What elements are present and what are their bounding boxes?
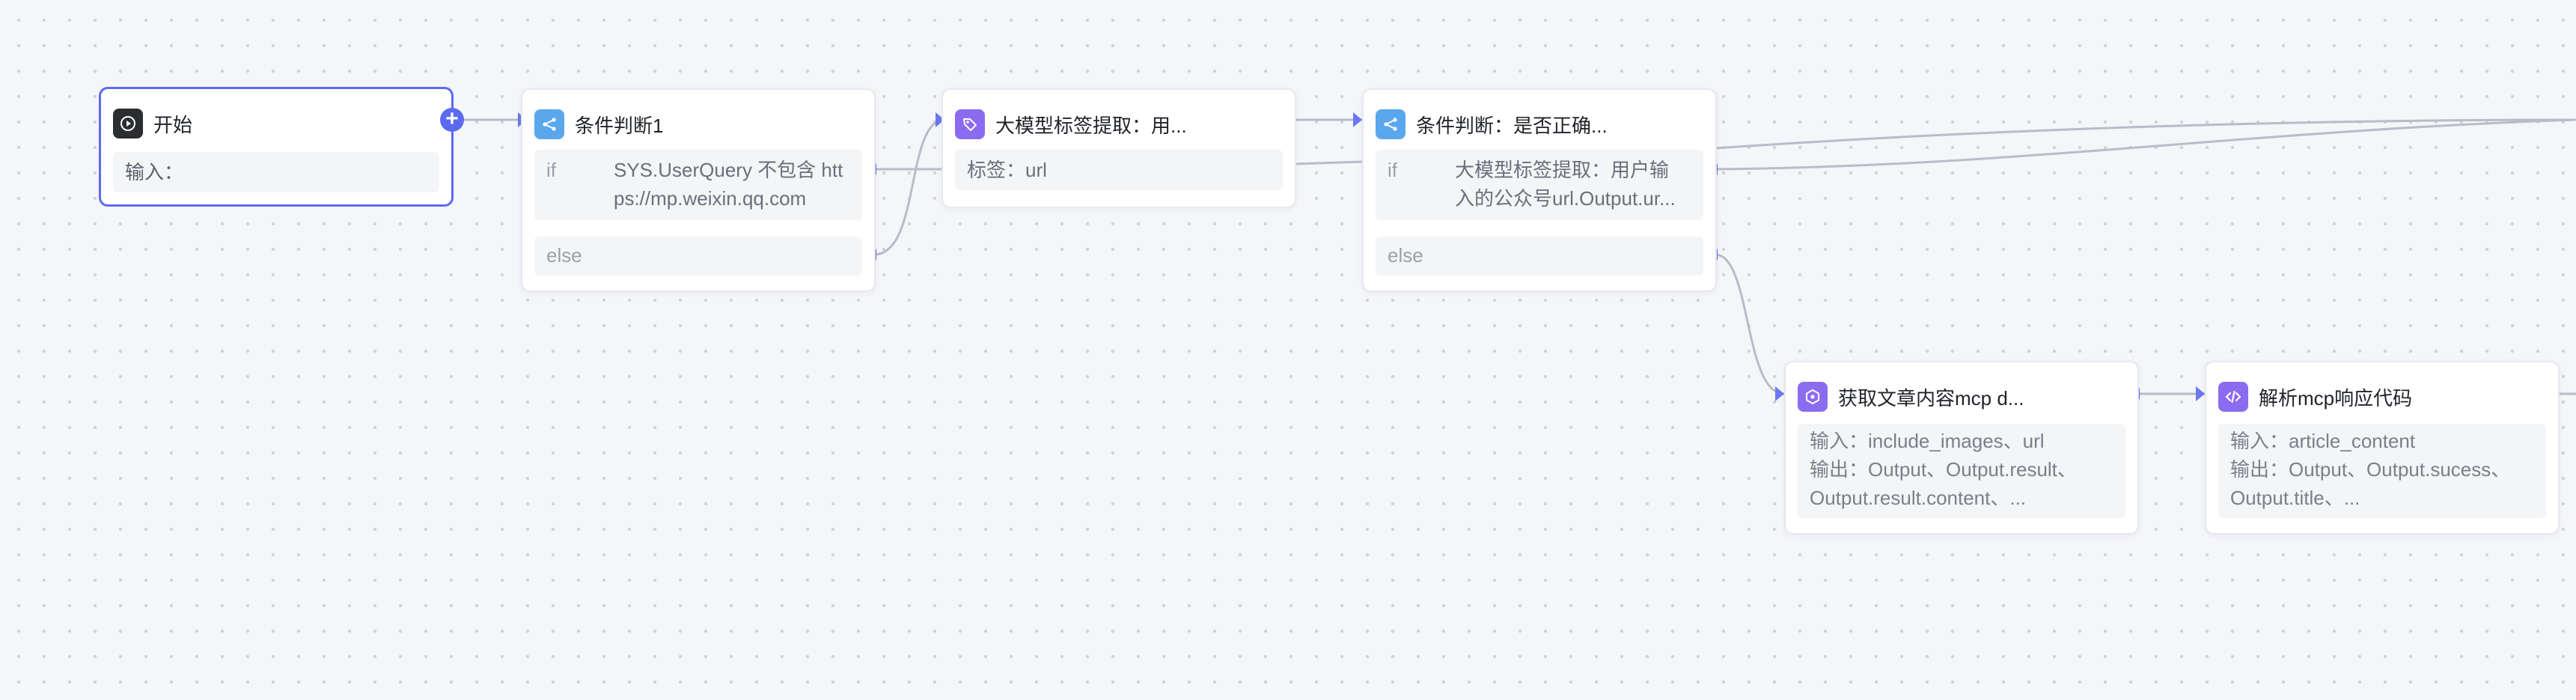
io-line: 输入：article_content: [2230, 430, 2416, 452]
branch-icon: [1376, 109, 1405, 139]
edge-cond2-else-to-fetch: [1715, 253, 1785, 395]
input-label: 输入：: [125, 161, 184, 183]
node-title: 大模型标签提取：用...: [995, 114, 1187, 137]
tag-box: 标签：url: [955, 150, 1283, 190]
node-header: 大模型标签提取：用...: [955, 109, 1283, 139]
node-title: 解析mcp响应代码: [2259, 386, 2413, 410]
if-branch: if 大模型标签提取：用户输 入的公众号url.Output.ur...: [1376, 150, 1703, 220]
node-condition-1[interactable]: 条件判断1 if SYS.UserQuery 不包含 htt ps://mp.w…: [521, 88, 876, 292]
edge-tag-to-cond2-extra: [1294, 160, 1364, 165]
node-header: 获取文章内容mcp d...: [1798, 382, 2125, 412]
node-header: 条件判断1: [534, 109, 862, 139]
if-condition: SYS.UserQuery 不包含 htt ps://mp.weixin.qq.…: [614, 156, 849, 213]
io-box: 输入：article_content 输出：Output、Output.suce…: [2218, 424, 2546, 518]
plugin-icon: [1798, 382, 1828, 412]
arrowhead: [1775, 386, 1784, 401]
node-title: 条件判断1: [575, 114, 664, 137]
play-icon: [113, 109, 143, 139]
node-condition-2[interactable]: 条件判断：是否正确... if 大模型标签提取：用户输 入的公众号url.Out…: [1362, 88, 1717, 292]
else-branch: else: [534, 237, 862, 276]
else-label: else: [546, 244, 582, 267]
tag-text: 标签：url: [967, 159, 1047, 181]
node-header: 开始: [113, 109, 439, 139]
if-label: if: [1388, 159, 1397, 181]
node-title: 开始: [153, 113, 193, 136]
edge-cond1-else-to-tag: [873, 118, 945, 256]
node-llm-tag-extract[interactable]: 大模型标签提取：用... 标签：url: [941, 88, 1296, 208]
io-line: 输出：Output、Output.result、: [1810, 458, 2077, 481]
workflow-canvas[interactable]: 开始 输入： + 条件判断1 if SYS.UserQuery 不包含 htt …: [0, 0, 2576, 700]
edge-cond2-if-out-1: [1715, 118, 2576, 150]
if-condition: 大模型标签提取：用户输 入的公众号url.Output.ur...: [1455, 156, 1690, 213]
node-header: 解析mcp响应代码: [2218, 382, 2546, 412]
if-branch: if SYS.UserQuery 不包含 htt ps://mp.weixin.…: [534, 150, 862, 220]
io-line: 输出：Output、Output.sucess、: [2230, 458, 2511, 481]
add-node-button[interactable]: +: [440, 108, 464, 132]
node-title: 条件判断：是否正确...: [1416, 114, 1608, 137]
node-header: 条件判断：是否正确...: [1376, 109, 1703, 139]
io-line: Output.title、...: [2230, 487, 2360, 509]
arrowhead: [1353, 112, 1362, 127]
if-condition-line: 大模型标签提取：用户输: [1455, 159, 1670, 181]
io-line: 输入：include_images、url: [1810, 430, 2045, 452]
if-label: if: [546, 159, 556, 181]
io-box: 输入：include_images、url 输出：Output、Output.r…: [1798, 424, 2125, 518]
else-label: else: [1388, 244, 1423, 267]
branch-icon: [534, 109, 564, 139]
node-input-box: 输入：: [113, 152, 439, 192]
node-start[interactable]: 开始 输入：: [99, 87, 454, 207]
node-title: 获取文章内容mcp d...: [1838, 386, 2024, 410]
arrowhead: [2196, 386, 2205, 401]
io-line: Output.result.content、...: [1810, 487, 2027, 509]
code-icon: [2218, 382, 2248, 412]
else-branch: else: [1376, 237, 1703, 276]
if-condition-line: SYS.UserQuery 不包含 htt: [614, 159, 843, 181]
tag-icon: [955, 109, 985, 139]
node-parse-mcp-code[interactable]: 解析mcp响应代码 输入：article_content 输出：Output、O…: [2205, 361, 2560, 535]
if-condition-line: ps://mp.weixin.qq.com: [614, 187, 807, 210]
node-fetch-article-mcp[interactable]: 获取文章内容mcp d... 输入：include_images、url 输出：…: [1784, 361, 2139, 535]
if-condition-line: 入的公众号url.Output.ur...: [1455, 187, 1676, 210]
